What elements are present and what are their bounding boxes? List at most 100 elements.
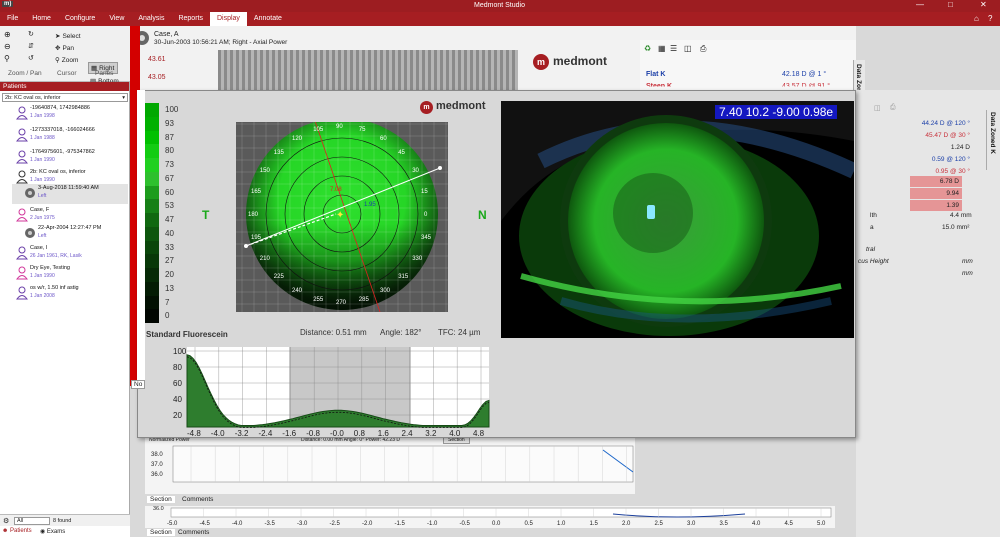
menu-view[interactable]: View	[102, 12, 131, 26]
x-tick-label: -4.0	[211, 429, 225, 437]
y-tick-label: 20	[173, 411, 182, 420]
person-icon	[16, 286, 28, 300]
x-tick-label: 5.0	[817, 521, 826, 527]
reset-view-icon[interactable]: ↺	[28, 54, 34, 62]
value-highlighted: 6.78 D	[939, 178, 959, 185]
menu-file[interactable]: File	[0, 12, 25, 26]
maximize-icon[interactable]: □	[948, 0, 953, 9]
app-logo-icon: m)	[2, 1, 14, 7]
exam-item[interactable]: 22-Apr-2004 12:27:47 PM Left	[12, 224, 128, 244]
fluorescein-profile-chart[interactable]: 100 80 60 40 20 -4.8 -4.0 -3.2 -2.4 -1.6 -0.8 -0.0…	[147, 341, 493, 437]
patient-item[interactable]: -1273337018, -166024666 1 Jan 1988	[4, 126, 128, 146]
tab-zoned-k[interactable]: Zoned K	[989, 128, 996, 154]
scale-swatch	[145, 199, 159, 213]
y-tick-label: 40	[173, 395, 182, 404]
x-tick-label: 0.0	[492, 521, 501, 527]
back-profile-tabs: Section Comments	[145, 494, 245, 506]
menu-analysis[interactable]: Analysis	[131, 12, 171, 26]
tab-section[interactable]: Section	[147, 496, 175, 503]
section-handle[interactable]	[438, 166, 442, 170]
tab-comments[interactable]: Comments	[179, 496, 216, 503]
print-icon[interactable]: ⎙	[890, 104, 896, 112]
zoom-tool-button[interactable]: ⚲ Zoom	[55, 56, 78, 65]
patient-item[interactable]: Case, I 26 Jan 1961, RK, Lasik	[4, 244, 128, 264]
bottom-profile-tabs: Section Comments	[145, 528, 265, 537]
save-icon[interactable]: ◫	[684, 44, 692, 53]
patient-item[interactable]: Case, F 2 Jun 1975	[4, 206, 128, 226]
x-tick-label: -0.5	[460, 521, 471, 527]
patient-item[interactable]: os w/r, 1.50 inf astig 1 Jan 2008	[4, 284, 128, 304]
list-icon[interactable]: ☰	[670, 44, 677, 53]
steep-k-value: 43.57 D @ 91 °	[782, 83, 831, 90]
grid-icon[interactable]: ▦	[658, 44, 666, 53]
scale-swatch	[145, 130, 159, 145]
save-icon[interactable]: ◫	[874, 104, 881, 112]
tab-data[interactable]: Data	[855, 64, 862, 78]
tab-exams[interactable]: ◉ Exams	[40, 528, 65, 535]
x-tick-label: 4.5	[785, 521, 794, 527]
value-row: 0.59 @ 120 °	[931, 156, 970, 163]
tab-data[interactable]: Data	[989, 112, 996, 126]
x-tick-label: -4.8	[187, 429, 201, 437]
x-tick-label: 4.0	[752, 521, 761, 527]
menu-display[interactable]: Display	[209, 12, 247, 26]
person-icon	[16, 106, 28, 120]
menu-reports[interactable]: Reports	[171, 12, 210, 26]
person-icon	[16, 150, 28, 164]
angle-label: 225	[274, 274, 285, 280]
menu-annotate[interactable]: Annotate	[247, 12, 289, 26]
close-icon[interactable]: ✕	[980, 0, 987, 9]
x-tick-label: -0.8	[306, 429, 320, 437]
refresh-icon[interactable]: ♻	[644, 44, 651, 53]
menu-configure[interactable]: Configure	[58, 12, 102, 26]
distance-readout: Distance: 0.51 mm	[300, 328, 367, 337]
steep-k-label: Steep K	[646, 83, 673, 90]
metric-value: 4.4 mm	[950, 212, 972, 219]
fluorescein-map[interactable]: ✦ 7.08 1.95 0153045607590105120135150165…	[236, 122, 448, 312]
scale-swatch	[145, 116, 159, 131]
bottom-profile-chart: -5.0 -4.5 -4.0 -3.5 -3.0 -2.5 -2.0 -1.5 -1.0 -0.5…	[167, 507, 832, 527]
magnifier-icon: ⚲	[55, 57, 60, 64]
map-type-label: Standard Fluorescein	[146, 330, 228, 339]
angle-label: 90	[336, 124, 343, 130]
patient-item[interactable]: Dry Eye, Testing 1 Jan 1990	[4, 264, 128, 284]
group-label-cursor: Cursor	[57, 70, 77, 77]
tab-patients[interactable]: ☻ Patients	[2, 528, 32, 534]
angle-label: 120	[292, 136, 303, 142]
y-tick: 36.0	[153, 506, 164, 512]
ribbon: ⊕ ⊖ ⚲ ↻ ⇵ ↺ ➤Select ✥Pan ⚲Zoom ▦Right ▤B…	[0, 26, 130, 85]
menu-home[interactable]: Home	[25, 12, 58, 26]
eye-photo[interactable]: 7.40 10.2 -9.00 0.98e	[501, 101, 854, 338]
person-icon	[16, 128, 28, 142]
angle-label: 135	[274, 150, 285, 156]
tab-section[interactable]: Section	[147, 529, 175, 536]
normal-button[interactable]: No	[131, 380, 146, 389]
person-icon: ☻	[2, 528, 9, 534]
filter-icon[interactable]: ⚙	[3, 517, 9, 525]
x-tick-label: -2.5	[330, 521, 341, 527]
patient-item[interactable]: -1764975601, -975347862 1 Jan 1990	[4, 148, 128, 168]
y-tick-label: 60	[173, 379, 182, 388]
patient-item[interactable]: -19640874, 1742984886 1 Jan 1998	[4, 104, 128, 124]
scale-label: 13	[165, 283, 174, 293]
scale-swatch	[145, 309, 159, 323]
metric-label: lth	[870, 212, 877, 219]
scale-swatch	[145, 268, 159, 282]
filter-dropdown[interactable]: All	[14, 517, 50, 525]
tab-comments[interactable]: Comments	[175, 529, 212, 536]
minimize-icon[interactable]: —	[916, 0, 924, 9]
metric-label: cus Height	[858, 258, 889, 265]
metric-label: tral	[866, 246, 876, 253]
section-handle[interactable]	[244, 244, 248, 248]
right-data-panel: ◫ ⎙ 44.24 D @ 120 ° 45.47 D @ 30 ° 1.24 …	[856, 90, 1000, 537]
home-icon[interactable]: ⌂	[974, 14, 979, 23]
patient-selector-dropdown[interactable]: 2b: KC oval os, inferior ▾	[2, 93, 128, 102]
brand-logo: m medmont	[420, 100, 486, 114]
exam-item-selected[interactable]: 3-Aug-2018 11:59:40 AM Left	[12, 184, 128, 204]
eye-icon: ◉	[40, 529, 46, 535]
print-icon[interactable]: ⎙	[700, 44, 706, 54]
x-tick-label: 0.5	[525, 521, 534, 527]
help-icon[interactable]: ?	[988, 14, 992, 23]
value-row: 0.95 @ 30 °	[935, 168, 971, 175]
zoom-fit-icon[interactable]: ⚲	[4, 54, 10, 63]
